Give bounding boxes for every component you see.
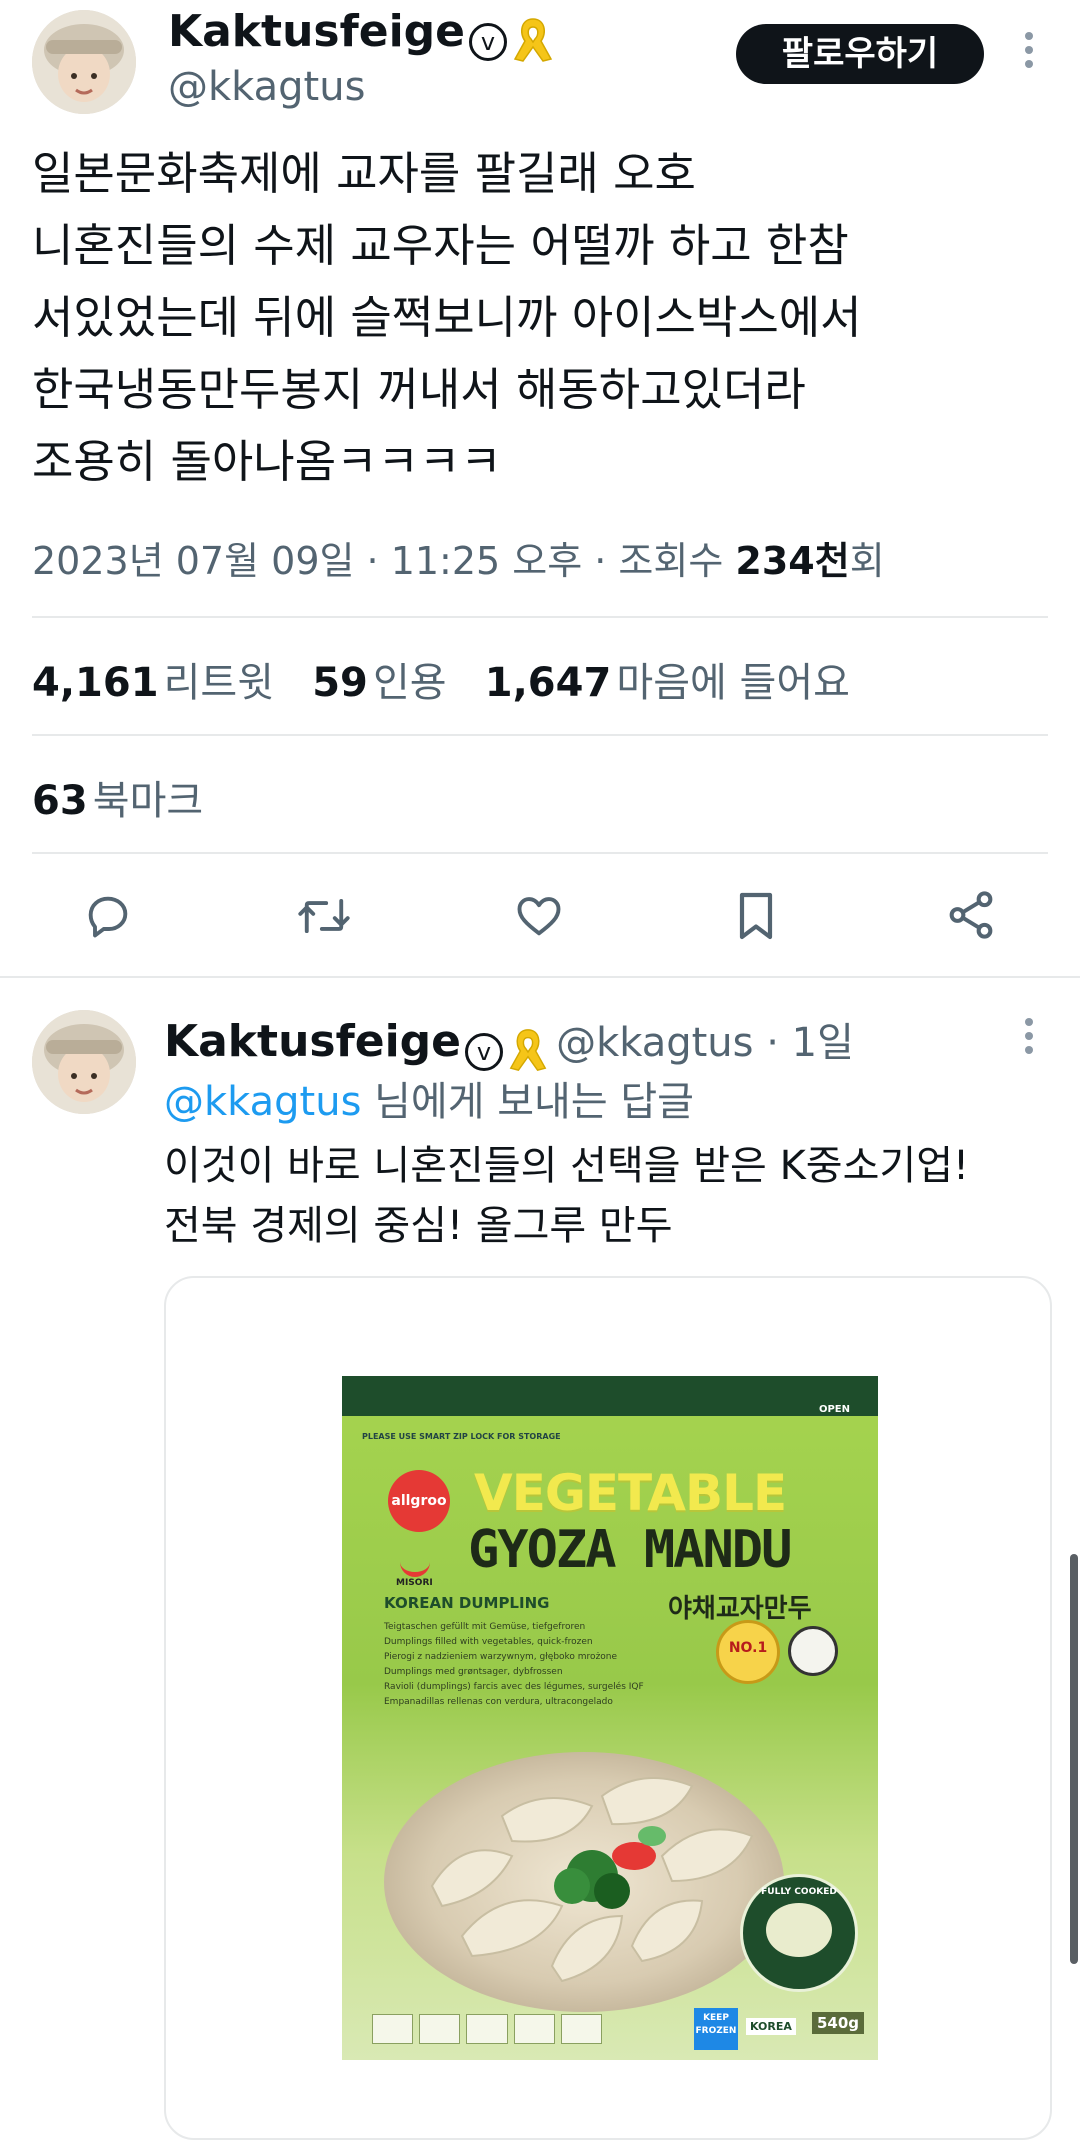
product-descriptions: Teigtaschen gefüllt mit Gemüse, tiefgefr… [384, 1620, 644, 1710]
reply-body: 이것이 바로 니혼진들의 선택을 받은 K중소기업! 전북 경제의 중심! 올그… [164, 1136, 969, 1256]
like-count-label: 마음에 들어요 [616, 660, 850, 706]
open-label: OPEN [818, 1404, 850, 1415]
tweet-line: 일본문화축제에 교자를 팔길래 오호 [32, 147, 696, 200]
like-count-num: 1,647 [484, 660, 612, 706]
fully-cooked-text: FULLY COOKED [761, 1887, 837, 1897]
reply-author-name[interactable]: Kaktusfeige [164, 1016, 461, 1067]
tweet-line: 서있었는데 뒤에 슬쩍보니까 아이스박스에서 [32, 291, 862, 344]
sub-brand: MISORI [396, 1578, 433, 1588]
divider [32, 852, 1048, 854]
tweet-stats: 4,161 리트윗 59 인용 1,647 마음에 들어요 [32, 650, 850, 708]
bookmark-count[interactable]: 63 북마크 [32, 768, 203, 826]
product-title-1: VEGETABLE [474, 1464, 787, 1522]
reply-author-avatar[interactable] [32, 1010, 136, 1114]
product-category: KOREAN DUMPLING [384, 1594, 550, 1612]
brand-logo: allgroo [388, 1470, 450, 1532]
tweet-meta: 2023년 07월 09일 · 11:25 오후 · 조회수 234천회 [32, 530, 885, 585]
description-line: Dumplings med grøntsager, dybfrossen [384, 1667, 563, 1677]
reply-line: 이것이 바로 니혼진들의 선택을 받은 K중소기업! [164, 1143, 970, 1189]
bookmark-icon[interactable] [732, 888, 780, 944]
author-avatar[interactable] [32, 10, 136, 114]
retweet-count-num: 4,161 [32, 660, 159, 706]
yellow-ribbon-icon [505, 1026, 551, 1078]
package-top-band [342, 1376, 878, 1416]
replying-to-mention[interactable]: @kkagtus [164, 1079, 361, 1125]
product-package-image[interactable]: OPEN PLEASE USE SMART ZIP LOCK FOR STORA… [342, 1376, 878, 2060]
korea-badge: KOREA [746, 2018, 796, 2035]
quote-count-label: 인용 [372, 660, 447, 706]
reply-time[interactable]: · 1일 [754, 1020, 854, 1066]
retweet-count[interactable]: 4,161 리트윗 [32, 660, 274, 706]
reply-icon[interactable] [82, 890, 134, 942]
reply-more-options-icon[interactable] [1016, 1016, 1042, 1062]
description-line: Pierogi z nadzieniem warzywnym, głęboko … [384, 1652, 618, 1662]
media-card[interactable]: OPEN PLEASE USE SMART ZIP LOCK FOR STORA… [164, 1276, 1052, 2140]
package-icons-strip [372, 2014, 603, 2044]
reply-header: Kaktusfeige v @kkagtus · 1일 [164, 1010, 854, 1078]
view-count: 234천 [735, 539, 850, 583]
verified-badge-icon: v [469, 22, 507, 61]
tweet-line: 조용히 돌아나옴ㅋㅋㅋㅋ [32, 435, 502, 488]
section-divider [0, 976, 1080, 978]
sub-brand-mark [400, 1552, 430, 1577]
divider [32, 616, 1048, 618]
divider [32, 734, 1048, 736]
replying-to-suffix: 님에게 보내는 답글 [361, 1079, 694, 1125]
retweet-count-label: 리트윗 [163, 660, 275, 706]
like-icon[interactable] [512, 890, 566, 942]
quote-count-num: 59 [312, 660, 368, 706]
tweet-line: 니혼진들의 수제 교우자는 어떨까 하고 한참 [32, 219, 849, 272]
no1-badge: NO.1 [716, 1620, 780, 1684]
weight-badge: 540g [812, 2012, 865, 2034]
no1-text: NO.1 [728, 1640, 768, 1656]
like-count[interactable]: 1,647 마음에 들어요 [485, 660, 850, 706]
bookmark-count-num: 63 [32, 778, 88, 824]
share-icon[interactable] [944, 888, 998, 942]
description-line: Teigtaschen gefüllt mit Gemüse, tiefgefr… [384, 1622, 586, 1632]
description-line: Dumplings filled with vegetables, quick-… [384, 1637, 593, 1647]
replying-to: @kkagtus 님에게 보내는 답글 [164, 1072, 694, 1132]
description-line: Ravioli (dumplings) farcis avec des légu… [384, 1682, 644, 1692]
product-title-2: GYOZA MANDU [468, 1520, 792, 1580]
keep-frozen-badge: KEEP FROZEN [694, 2008, 738, 2050]
reply-line: 전북 경제의 중심! 올그루 만두 [164, 1203, 673, 1249]
verified-badge-icon: v [465, 1032, 503, 1071]
follow-button[interactable]: 팔로우하기 [736, 24, 984, 84]
more-options-icon[interactable] [1016, 30, 1042, 76]
quote-count[interactable]: 59 인용 [312, 660, 446, 706]
author-name[interactable]: Kaktusfeige [168, 6, 465, 57]
certification-seal-icon [788, 1626, 838, 1676]
description-line: Empanadillas rellenas con verdura, ultra… [384, 1697, 613, 1707]
zip-note: PLEASE USE SMART ZIP LOCK FOR STORAGE [362, 1432, 561, 1441]
scrollbar-thumb[interactable] [1070, 1554, 1078, 1964]
reply-author-handle[interactable]: @kkagtus [556, 1020, 753, 1066]
view-suffix: 회 [849, 539, 885, 583]
korean-name: 야채교자만두 [668, 1594, 812, 1624]
yellow-ribbon-icon [509, 15, 557, 69]
tweet-date[interactable]: 2023년 07월 09일 · 11:25 오후 · 조회수 [32, 539, 735, 583]
bookmark-count-label: 북마크 [92, 778, 204, 824]
author-handle[interactable]: @kkagtus [168, 64, 365, 110]
tweet-line: 한국냉동만두봉지 꺼내서 해동하고있더라 [32, 363, 806, 416]
tweet-body: 일본문화축제에 교자를 팔길래 오호 니혼진들의 수제 교우자는 어떨까 하고 … [32, 138, 862, 498]
fully-cooked-seal: FULLY COOKED [740, 1874, 858, 1992]
retweet-icon[interactable] [296, 890, 352, 942]
